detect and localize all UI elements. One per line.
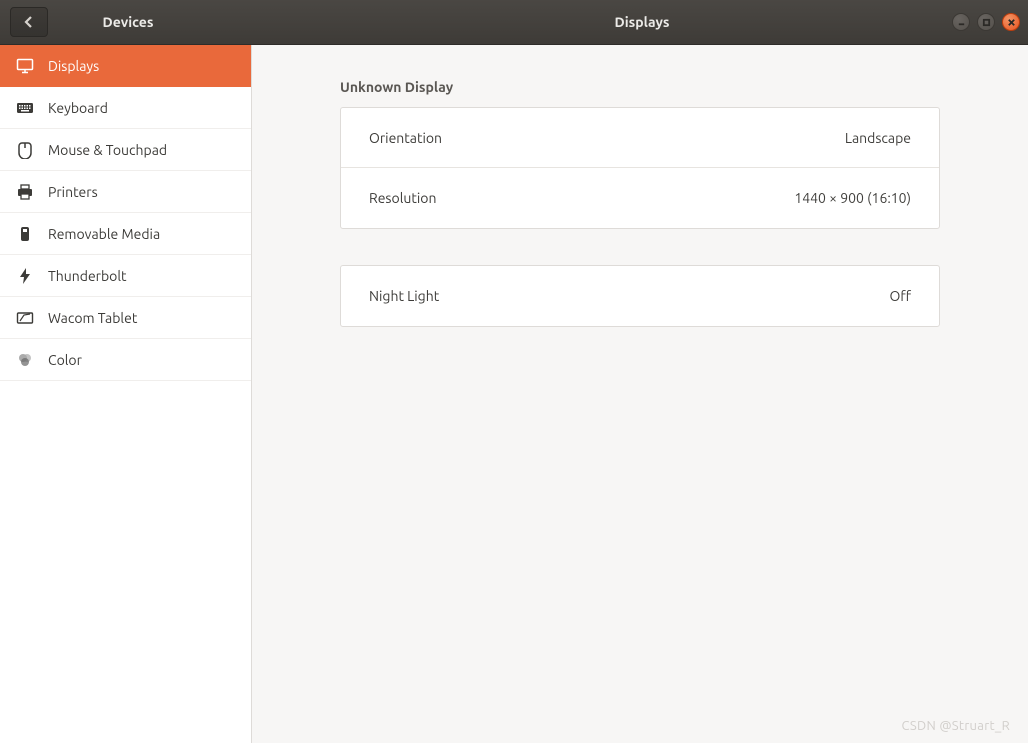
sidebar-item-label: Displays <box>48 58 99 74</box>
back-button[interactable] <box>10 7 48 37</box>
sidebar-item-printers[interactable]: Printers <box>0 171 251 213</box>
sidebar-item-label: Thunderbolt <box>48 268 127 284</box>
sidebar-item-displays[interactable]: Displays <box>0 45 251 87</box>
sidebar-item-removable-media[interactable]: Removable Media <box>0 213 251 255</box>
keyboard-icon <box>16 99 34 117</box>
resolution-value: 1440 × 900 (16:10) <box>794 190 911 206</box>
orientation-row[interactable]: Orientation Landscape <box>341 108 939 168</box>
display-section-heading: Unknown Display <box>340 79 940 95</box>
sidebar-item-thunderbolt[interactable]: Thunderbolt <box>0 255 251 297</box>
sidebar-item-label: Wacom Tablet <box>48 310 137 326</box>
sidebar-item-label: Mouse & Touchpad <box>48 142 167 158</box>
sidebar-item-label: Color <box>48 352 82 368</box>
thunderbolt-icon <box>16 267 34 285</box>
removable-media-icon <box>16 225 34 243</box>
page-title: Displays <box>256 14 1028 30</box>
main-content: Unknown Display Orientation Landscape Re… <box>252 45 1028 743</box>
display-settings-panel: Orientation Landscape Resolution 1440 × … <box>340 107 940 229</box>
window-controls <box>952 13 1020 31</box>
color-icon <box>16 351 34 369</box>
printers-icon <box>16 183 34 201</box>
minimize-button[interactable] <box>952 13 970 31</box>
sidebar-item-label: Keyboard <box>48 100 108 116</box>
sidebar-item-label: Printers <box>48 184 98 200</box>
sidebar-item-color[interactable]: Color <box>0 339 251 381</box>
night-light-panel: Night Light Off <box>340 265 940 327</box>
sidebar-item-keyboard[interactable]: Keyboard <box>0 87 251 129</box>
sidebar-item-label: Removable Media <box>48 226 160 242</box>
orientation-label: Orientation <box>369 130 442 146</box>
resolution-row[interactable]: Resolution 1440 × 900 (16:10) <box>341 168 939 228</box>
sidebar: Displays Keyboard Mouse & Touchpad Print… <box>0 45 252 743</box>
night-light-value: Off <box>889 288 911 304</box>
sidebar-item-wacom-tablet[interactable]: Wacom Tablet <box>0 297 251 339</box>
close-button[interactable] <box>1002 13 1020 31</box>
resolution-label: Resolution <box>369 190 436 206</box>
night-light-row[interactable]: Night Light Off <box>341 266 939 326</box>
night-light-label: Night Light <box>369 288 439 304</box>
mouse-icon <box>16 141 34 159</box>
titlebar: Devices Displays <box>0 0 1028 45</box>
orientation-value: Landscape <box>845 130 911 146</box>
chevron-left-icon <box>24 16 34 28</box>
close-icon <box>1007 18 1016 27</box>
maximize-button[interactable] <box>977 13 995 31</box>
wacom-tablet-icon <box>16 309 34 327</box>
body-wrap: Displays Keyboard Mouse & Touchpad Print… <box>0 45 1028 743</box>
displays-icon <box>16 57 34 75</box>
sidebar-item-mouse-touchpad[interactable]: Mouse & Touchpad <box>0 129 251 171</box>
minimize-icon <box>957 18 966 27</box>
maximize-icon <box>982 18 991 27</box>
